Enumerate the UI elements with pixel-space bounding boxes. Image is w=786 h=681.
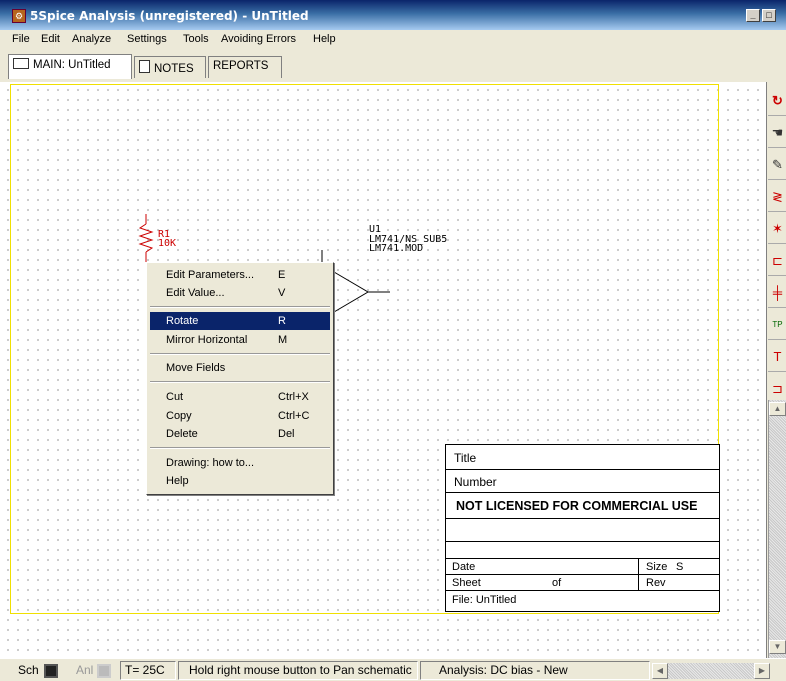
notes-icon xyxy=(139,60,150,73)
refresh-icon[interactable]: ↻ xyxy=(768,86,786,116)
opamp-model-line2: LM741.MOD xyxy=(369,243,424,254)
text-icon[interactable]: T xyxy=(768,342,786,372)
menu-separator xyxy=(150,306,330,308)
schematic-canvas[interactable]: R1 10K U1 LM741/NS_SUB5 LM741.MOD Title … xyxy=(0,82,766,658)
menu-item-mirror-horizontal[interactable]: Mirror Horizontal M xyxy=(150,331,330,349)
menu-tools[interactable]: Tools xyxy=(183,33,209,45)
resistor-icon[interactable]: ≷ xyxy=(768,182,786,212)
title-block-file: File: UnTitled xyxy=(452,594,517,606)
transistor-icon[interactable]: ⊏ xyxy=(768,246,786,276)
tab-notes-label: NOTES xyxy=(154,63,194,75)
menubar: File Edit Analyze Settings Tools Avoidin… xyxy=(0,30,786,50)
menu-item-rotate[interactable]: Rotate R xyxy=(150,312,330,330)
window-title: 5Spice Analysis (unregistered) - UnTitle… xyxy=(30,9,309,23)
maximize-button[interactable]: □ xyxy=(762,9,776,22)
window-titlebar: ⚙ 5Spice Analysis (unregistered) - UnTit… xyxy=(0,0,786,30)
testpoint-icon[interactable]: TP xyxy=(768,310,786,340)
scroll-left-arrow-icon[interactable]: ◀ xyxy=(652,663,668,679)
menu-item-delete[interactable]: Delete Del xyxy=(150,425,330,443)
menu-separator xyxy=(150,381,330,383)
status-hint-panel: Hold right mouse button to Pan schematic xyxy=(178,661,418,680)
title-block-date: Date xyxy=(452,561,476,573)
menu-separator xyxy=(150,447,330,449)
resistor-r1-symbol xyxy=(138,214,154,262)
scroll-down-arrow-icon[interactable]: ▼ xyxy=(769,640,786,654)
menu-avoiding-errors[interactable]: Avoiding Errors xyxy=(221,33,296,45)
menu-edit[interactable]: Edit xyxy=(41,33,60,45)
anl-label[interactable]: Anl xyxy=(76,663,93,677)
tab-reports-label: REPORTS xyxy=(213,60,269,72)
tab-main[interactable]: MAIN: UnTitled xyxy=(8,54,132,79)
save-icon[interactable] xyxy=(44,664,58,678)
schematic-icon xyxy=(13,58,29,69)
hand-icon[interactable]: ☚ xyxy=(768,118,786,148)
app-icon: ⚙ xyxy=(12,9,26,23)
tab-bar: MAIN: UnTitled NOTES REPORTS xyxy=(0,50,786,82)
analysis-panel: Analysis: DC bias - New xyxy=(420,661,650,680)
title-block-number: Number xyxy=(454,475,497,489)
minimize-button[interactable]: _ xyxy=(746,9,760,22)
resistor-value: 10K xyxy=(158,238,177,249)
menu-item-drawing-how-to[interactable]: Drawing: how to... xyxy=(150,454,330,472)
context-menu: Edit Parameters... E Edit Value... V Rotat… xyxy=(146,262,334,495)
title-block-sheet: Sheet xyxy=(452,577,481,589)
temperature-panel: T= 25C xyxy=(120,661,176,680)
vertical-scrollbar[interactable]: ▲ ▼ xyxy=(768,400,786,658)
menu-item-help[interactable]: Help xyxy=(150,472,330,490)
tab-notes[interactable]: NOTES xyxy=(134,56,206,78)
diode-icon[interactable]: ✶ xyxy=(768,214,786,244)
menu-analyze[interactable]: Analyze xyxy=(72,33,111,45)
analysis-save-icon[interactable] xyxy=(97,664,111,678)
tab-main-label: MAIN: UnTitled xyxy=(33,59,111,71)
title-block: Title Number NOT LICENSED FOR COMMERCIAL… xyxy=(445,444,720,612)
scroll-up-arrow-icon[interactable]: ▲ xyxy=(769,402,786,416)
menu-settings[interactable]: Settings xyxy=(127,33,167,45)
title-block-license: NOT LICENSED FOR COMMERCIAL USE xyxy=(456,499,698,513)
component-toolbar: ↻ ☚ ✎ ≷ ✶ ⊏ ╪ TP T ⊐ ▲ ▼ xyxy=(766,82,786,658)
tab-reports[interactable]: REPORTS xyxy=(208,56,282,78)
title-block-size-value: S xyxy=(676,561,684,573)
title-block-size-label: Size xyxy=(646,561,668,573)
title-block-of: of xyxy=(552,577,562,589)
status-bar: Sch Anl T= 25C Hold right mouse button t… xyxy=(0,658,786,681)
sch-label[interactable]: Sch xyxy=(18,663,39,677)
menu-item-cut[interactable]: Cut Ctrl+X xyxy=(150,388,330,406)
pencil-icon[interactable]: ✎ xyxy=(768,150,786,180)
title-block-title: Title xyxy=(454,451,477,465)
menu-file[interactable]: File xyxy=(12,33,30,45)
horizontal-scrollbar[interactable]: ◀ ▶ xyxy=(652,663,770,679)
scroll-right-arrow-icon[interactable]: ▶ xyxy=(754,663,770,679)
menu-help[interactable]: Help xyxy=(313,33,336,45)
menu-item-edit-parameters[interactable]: Edit Parameters... E xyxy=(150,266,330,284)
menu-separator xyxy=(150,353,330,355)
menu-item-edit-value[interactable]: Edit Value... V xyxy=(150,284,330,302)
capacitor-icon[interactable]: ╪ xyxy=(768,278,786,308)
menu-item-copy[interactable]: Copy Ctrl+C xyxy=(150,407,330,425)
title-block-rev: Rev xyxy=(646,577,666,589)
menu-item-move-fields[interactable]: Move Fields xyxy=(150,359,330,377)
